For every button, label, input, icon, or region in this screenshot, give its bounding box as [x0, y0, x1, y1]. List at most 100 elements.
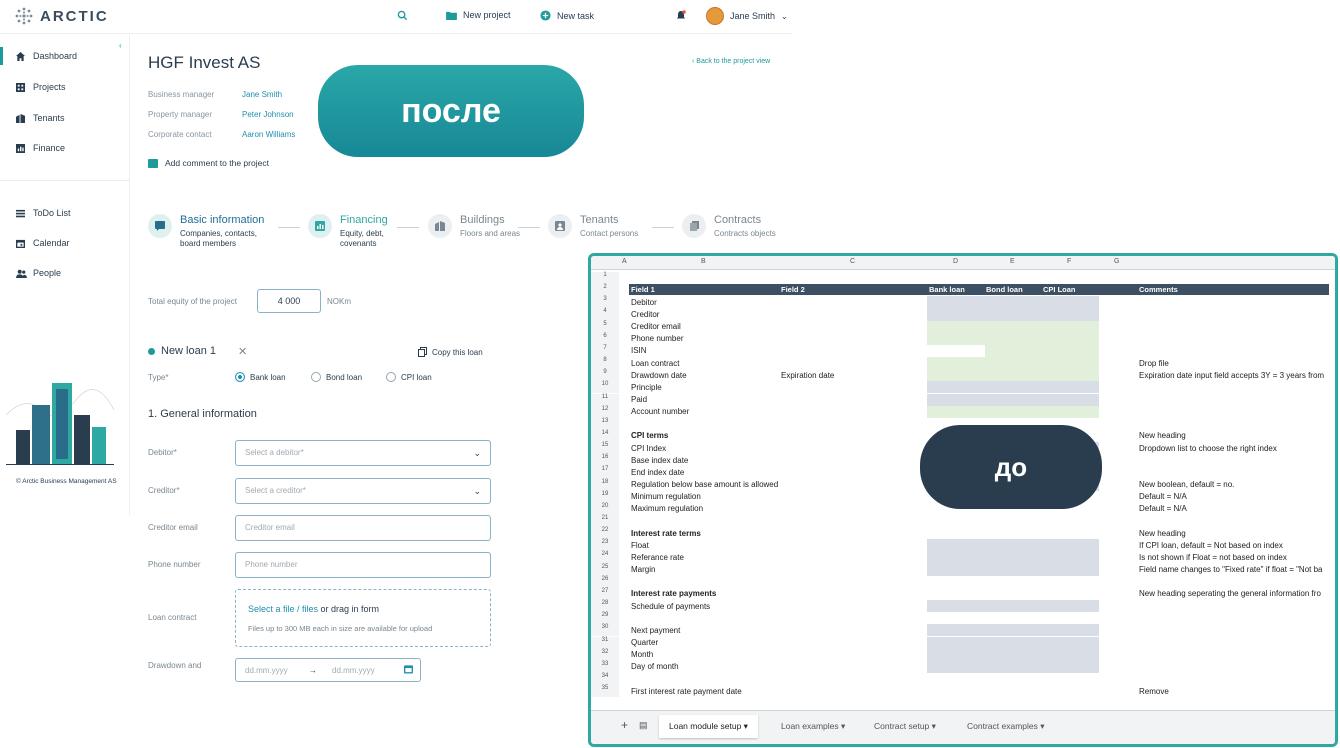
sheet-header-cell[interactable]: Field 1 — [631, 285, 655, 294]
new-project-button[interactable]: New project — [446, 10, 511, 20]
sheet-list-icon[interactable]: ▤ — [639, 720, 648, 731]
row-number[interactable]: 8 — [591, 357, 619, 370]
creditor-select[interactable]: Select a creditor* ⌄ — [235, 478, 491, 504]
radio-bank-loan[interactable]: Bank loan — [235, 372, 286, 382]
equity-input[interactable]: 4 000 — [257, 289, 321, 313]
row-number[interactable]: 23 — [591, 539, 619, 552]
table-cell[interactable]: Float — [631, 541, 649, 550]
table-cell[interactable]: Paid — [631, 395, 647, 404]
table-cell[interactable]: Margin — [631, 565, 655, 574]
sheet-header-cell[interactable]: Bank loan — [929, 285, 965, 294]
file-upload-dropzone[interactable]: Select a file / files or drag in form Fi… — [235, 589, 491, 647]
row-number[interactable]: 25 — [591, 563, 619, 576]
row-number[interactable]: 13 — [591, 417, 619, 430]
sheet-header-cell[interactable]: Field 2 — [781, 285, 805, 294]
row-number[interactable]: 17 — [591, 466, 619, 479]
column-header[interactable]: A — [622, 258, 627, 265]
table-cell[interactable]: Creditor — [631, 310, 659, 319]
table-cell[interactable]: Maximum regulation — [631, 504, 703, 513]
row-number[interactable]: 28 — [591, 600, 619, 613]
row-number[interactable]: 5 — [591, 320, 619, 333]
user-menu[interactable]: Jane Smith ⌄ — [706, 7, 788, 25]
row-number[interactable]: 11 — [591, 393, 619, 406]
row-number[interactable]: 26 — [591, 575, 619, 588]
table-cell[interactable]: First interest rate payment date — [631, 687, 742, 696]
row-number[interactable]: 22 — [591, 527, 619, 540]
date-range-field[interactable]: dd.mm.yyyy → dd.mm.yyyy — [235, 658, 421, 682]
add-comment-button[interactable]: Add comment to the project — [148, 158, 269, 168]
table-cell[interactable]: Remove — [1139, 687, 1169, 696]
radio-cpi-loan[interactable]: CPI loan — [386, 372, 432, 382]
collapse-sidebar-icon[interactable]: ‹ — [119, 41, 129, 51]
table-cell[interactable]: New boolean, default = no. — [1139, 480, 1234, 489]
row-number[interactable]: 32 — [591, 648, 619, 661]
table-cell[interactable]: Day of month — [631, 662, 679, 671]
row-number[interactable]: 24 — [591, 551, 619, 564]
business-manager-value[interactable]: Jane Smith — [242, 90, 282, 99]
step-contracts[interactable]: Contracts Contracts objects — [682, 214, 776, 239]
sheet-header-cell[interactable]: Bond loan — [986, 285, 1023, 294]
column-header[interactable]: C — [850, 258, 855, 265]
notifications-button[interactable] — [676, 10, 686, 21]
table-cell[interactable]: Dropdown list to choose the right index — [1139, 444, 1277, 453]
table-cell[interactable]: Principle — [631, 383, 662, 392]
row-number[interactable]: 31 — [591, 636, 619, 649]
row-number[interactable]: 21 — [591, 515, 619, 528]
row-number[interactable]: 15 — [591, 442, 619, 455]
table-cell[interactable]: Debitor — [631, 298, 657, 307]
tab-loan-examples[interactable]: Loan examples ▾ — [781, 721, 845, 732]
tab-contract-examples[interactable]: Contract examples ▾ — [967, 721, 1045, 732]
table-cell[interactable]: Month — [631, 650, 653, 659]
table-cell[interactable]: ISIN — [631, 346, 647, 355]
table-cell[interactable]: Field name changes to "Fixed rate" if fl… — [1139, 565, 1323, 574]
table-cell[interactable]: If CPI loan, default = Not based on inde… — [1139, 541, 1283, 550]
column-header[interactable]: D — [953, 258, 958, 265]
table-cell[interactable]: Is not shown if Float = not based on ind… — [1139, 553, 1287, 562]
table-cell[interactable]: Phone number — [631, 334, 683, 343]
sheet-header-cell[interactable]: Comments — [1139, 285, 1178, 294]
tab-loan-module-setup[interactable]: Loan module setup ▾ — [659, 715, 758, 738]
row-number[interactable]: 18 — [591, 478, 619, 491]
table-cell[interactable]: New heading seperating the general infor… — [1139, 589, 1321, 598]
row-number[interactable]: 16 — [591, 454, 619, 467]
back-link[interactable]: ‹ Back to the project view — [692, 58, 770, 65]
table-cell[interactable]: Base index date — [631, 456, 688, 465]
table-cell[interactable]: Quarter — [631, 638, 658, 647]
table-cell[interactable]: Next payment — [631, 626, 680, 635]
row-number[interactable]: 3 — [591, 296, 619, 309]
table-cell[interactable]: CPI Index — [631, 444, 666, 453]
table-cell[interactable]: Creditor email — [631, 322, 681, 331]
table-cell[interactable]: Expiration date input field accepts 3Y =… — [1139, 371, 1324, 380]
table-cell[interactable]: Default = N/A — [1139, 504, 1187, 513]
row-number[interactable]: 7 — [591, 344, 619, 358]
table-cell[interactable]: Drawdown date — [631, 371, 687, 380]
sidebar-item-projects[interactable]: Projects — [16, 82, 66, 92]
column-header[interactable]: G — [1114, 258, 1119, 265]
table-cell[interactable]: Schedule of payments — [631, 602, 710, 611]
row-number[interactable]: 34 — [591, 672, 619, 686]
step-tenants[interactable]: Tenants Contact persons — [548, 214, 638, 239]
row-number[interactable]: 19 — [591, 490, 619, 503]
search-button[interactable] — [397, 10, 408, 21]
row-number[interactable]: 30 — [591, 624, 619, 637]
sidebar-item-finance[interactable]: Finance — [16, 143, 65, 153]
table-cell[interactable]: Default = N/A — [1139, 492, 1187, 501]
sidebar-item-tenants[interactable]: Tenants — [16, 113, 65, 123]
radio-bond-loan[interactable]: Bond loan — [311, 372, 362, 382]
logo[interactable]: ARCTIC — [14, 6, 109, 26]
step-financing[interactable]: Financing Equity, debt, covenants — [308, 214, 388, 249]
row-number[interactable]: 35 — [591, 685, 619, 698]
row-number[interactable]: 14 — [591, 429, 619, 443]
tab-contract-setup[interactable]: Contract setup ▾ — [874, 721, 936, 732]
row-number[interactable]: 10 — [591, 381, 619, 394]
new-task-button[interactable]: New task — [540, 10, 594, 21]
row-number[interactable]: 1 — [591, 272, 619, 285]
sidebar-item-dashboard[interactable]: Dashboard — [16, 51, 77, 61]
creditor-email-field[interactable]: Creditor email — [235, 515, 491, 541]
column-header[interactable]: B — [701, 258, 706, 265]
table-cell[interactable]: Expiration date — [781, 371, 834, 380]
table-cell[interactable]: End index date — [631, 468, 684, 477]
row-number[interactable]: 33 — [591, 660, 619, 673]
corporate-contact-value[interactable]: Aaron Williams — [242, 130, 295, 139]
table-cell[interactable]: CPI terms — [631, 431, 668, 440]
